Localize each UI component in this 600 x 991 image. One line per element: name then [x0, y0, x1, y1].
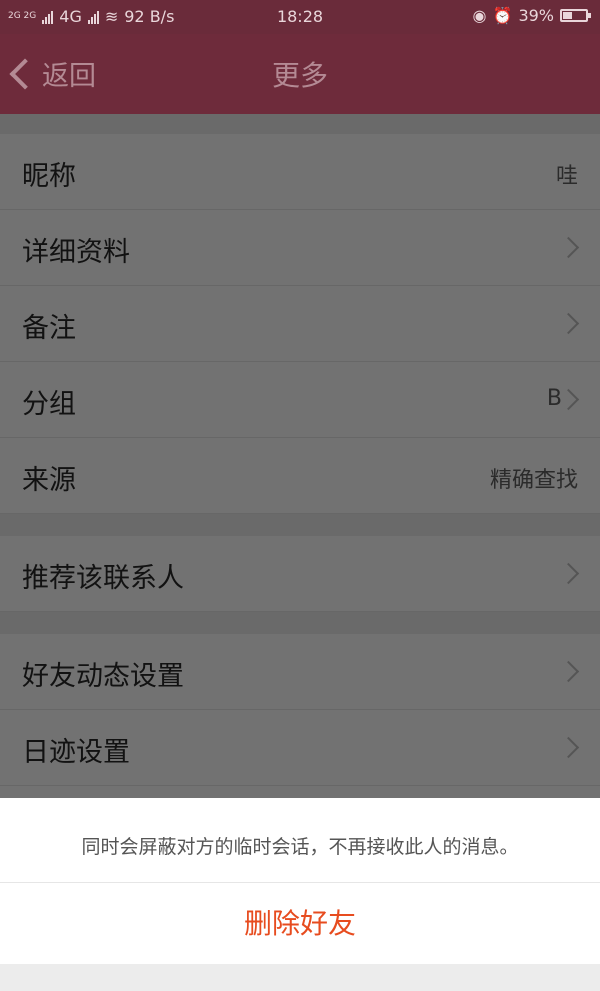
row-value: 精确查找 [489, 468, 578, 493]
action-sheet-note: 同时会屏蔽对方的临时会话，不再接收此人的消息。 [81, 836, 519, 858]
row-label: 详细资料 [22, 237, 130, 268]
settings-group-recommend: 推荐该联系人 [0, 536, 600, 612]
divider [0, 882, 600, 883]
nav-bar: 返回 更多 [0, 34, 600, 114]
battery-fill [563, 12, 572, 19]
action-sheet: 同时会屏蔽对方的临时会话，不再接收此人的消息。 删除好友 [0, 798, 600, 991]
battery-percent: 39% [518, 6, 554, 25]
row-group[interactable]: 分组 B [0, 362, 600, 438]
status-right: ◉ ⏰ 39% [472, 6, 591, 25]
row-label: 日迹设置 [22, 737, 130, 768]
row-story-settings[interactable]: 日迹设置 [0, 710, 600, 786]
row-source: 来源 精确查找 [0, 438, 600, 514]
lock-rotation-icon: ◉ [472, 6, 487, 25]
section-gap [0, 612, 600, 634]
chevron-right-icon [557, 562, 580, 585]
settings-group-profile: 昵称 哇 详细资料 备注 分组 B 来源 精确查找 [0, 134, 600, 514]
row-label: 推荐该联系人 [22, 563, 184, 594]
row-value: 哇 [555, 164, 578, 189]
chevron-right-icon [557, 736, 580, 759]
row-friend-feed-settings[interactable]: 好友动态设置 [0, 634, 600, 710]
chevron-right-icon [557, 312, 580, 335]
row-recommend-contact[interactable]: 推荐该联系人 [0, 536, 600, 612]
page-title: 更多 [271, 59, 328, 92]
delete-friend-button[interactable]: 删除好友 [0, 902, 600, 942]
row-details[interactable]: 详细资料 [0, 210, 600, 286]
settings-group-privacy: 好友动态设置 日迹设置 [0, 634, 600, 798]
row-nickname[interactable]: 昵称 哇 [0, 134, 600, 210]
row-label: 昵称 [22, 161, 76, 192]
alarm-icon: ⏰ [492, 6, 513, 25]
row-label: 分组 [22, 389, 76, 420]
row-label: 备注 [22, 313, 76, 344]
row-label: 来源 [22, 465, 76, 496]
battery-icon [560, 9, 591, 22]
row-remark[interactable]: 备注 [0, 286, 600, 362]
sheet-bottom-bar [0, 964, 600, 991]
row-label: 好友动态设置 [22, 661, 184, 692]
chevron-right-icon [557, 236, 580, 259]
section-gap [0, 114, 600, 134]
section-gap [0, 514, 600, 536]
status-bar: 2G 2G 4G ≋ 92 B/s 18:28 ◉ ⏰ 39% [0, 0, 600, 34]
chevron-right-icon [557, 660, 580, 683]
